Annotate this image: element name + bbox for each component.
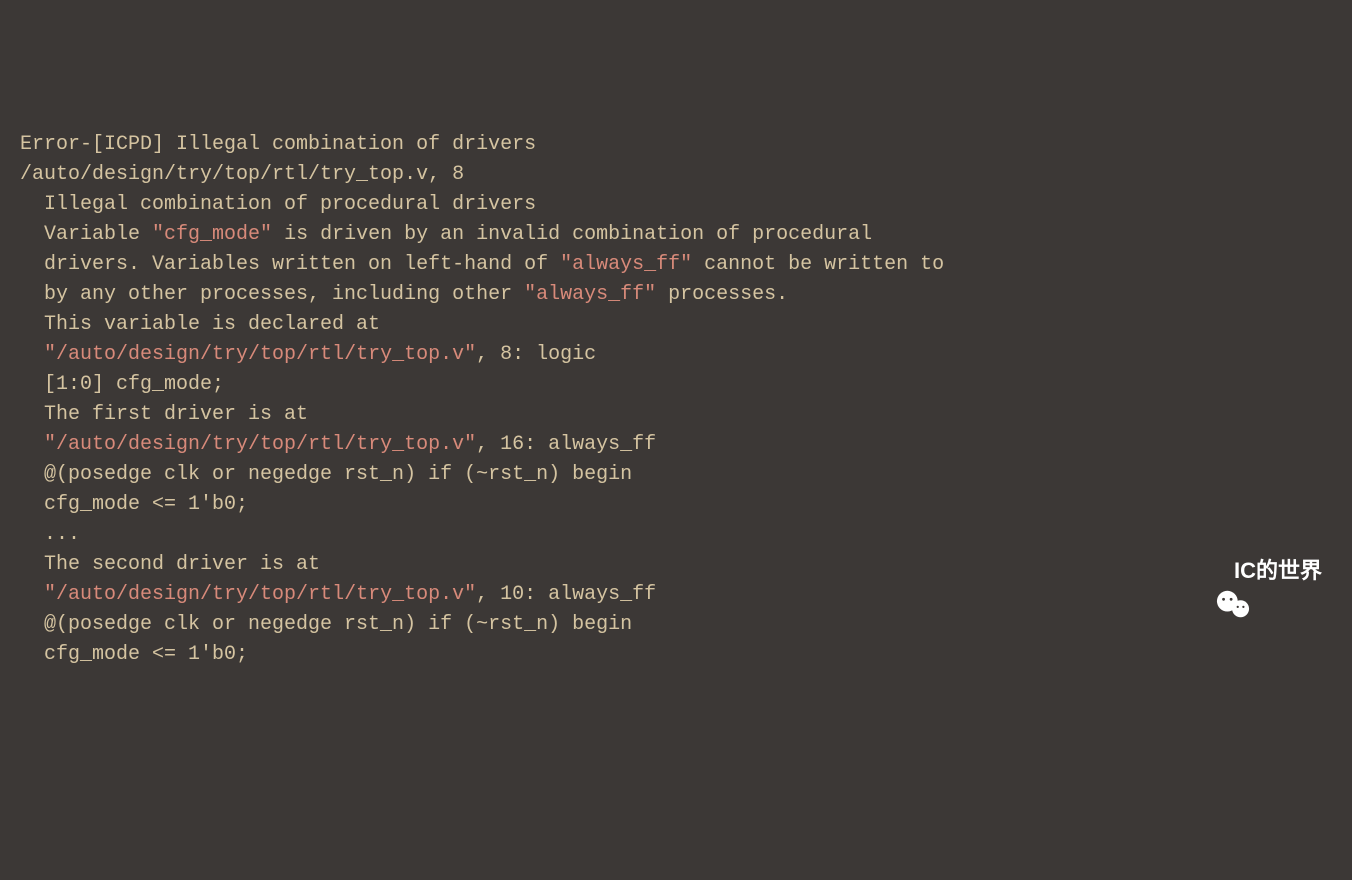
highlighted-text: "always_ff"	[560, 253, 692, 276]
highlighted-text: "always_ff"	[524, 283, 656, 306]
highlighted-text: "/auto/design/try/top/rtl/try_top.v"	[44, 343, 476, 366]
terminal-output: Error-[ICPD] Illegal combination of driv…	[20, 130, 1332, 670]
wechat-icon	[1192, 556, 1226, 586]
watermark: IC的世界	[1192, 554, 1322, 587]
highlighted-text: "/auto/design/try/top/rtl/try_top.v"	[44, 583, 476, 606]
highlighted-text: "cfg_mode"	[152, 223, 272, 246]
highlighted-text: "/auto/design/try/top/rtl/try_top.v"	[44, 433, 476, 456]
watermark-label: IC的世界	[1234, 554, 1322, 587]
